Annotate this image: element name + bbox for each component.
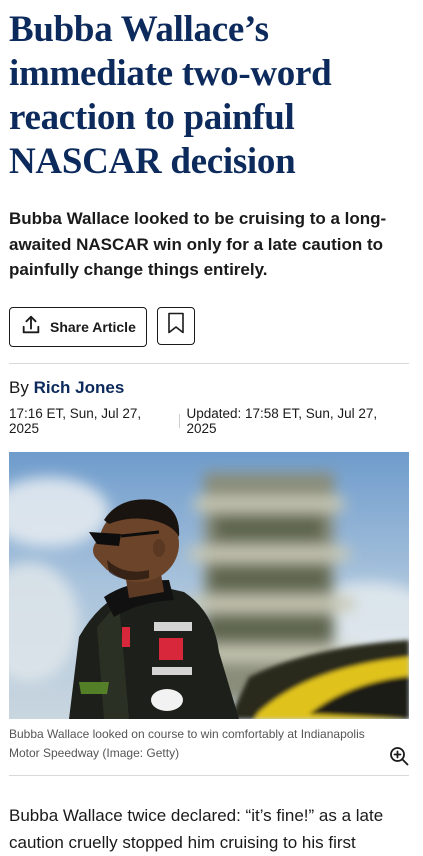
- updated-time: Updated: 17:58 ET, Sun, Jul 27, 2025: [186, 405, 378, 436]
- article-headline: Bubba Wallace’s immediate two-word react…: [9, 9, 332, 182]
- divider: [9, 774, 409, 776]
- article-page: Bubba Wallace’s immediate two-word react…: [0, 6, 423, 856]
- byline-prefix: By: [9, 377, 29, 397]
- share-article-label: Share Article: [50, 318, 136, 335]
- share-icon: [20, 314, 42, 339]
- author-link[interactable]: Rich Jones: [34, 378, 125, 397]
- divider: [9, 362, 409, 364]
- article-standfirst: Bubba Wallace looked to be cruising to a…: [9, 209, 387, 279]
- bookmark-button[interactable]: [156, 306, 195, 345]
- article-actions: Share Article: [9, 306, 409, 347]
- published-time: 17:16 ET, Sun, Jul 27, 2025: [9, 405, 142, 436]
- share-article-button[interactable]: Share Article: [9, 306, 147, 347]
- article-dates: 17:16 ET, Sun, Jul 27, 2025 Updated: 17:…: [9, 406, 409, 436]
- date-separator: [179, 413, 181, 428]
- article-body-paragraph: Bubba Wallace twice declared: “it’s fine…: [9, 805, 384, 852]
- bookmark-icon: [167, 312, 185, 339]
- driver-photo: [9, 451, 409, 719]
- byline: By Rich Jones: [9, 378, 409, 398]
- caption-credit: (Image: Getty): [102, 745, 180, 760]
- caption-text: Bubba Wallace looked on course to win co…: [9, 726, 365, 760]
- image-caption: Bubba Wallace looked on course to win co…: [9, 725, 381, 763]
- article-image[interactable]: [9, 451, 409, 719]
- image-caption-row: Bubba Wallace looked on course to win co…: [9, 725, 409, 765]
- zoom-in-icon[interactable]: [389, 746, 409, 771]
